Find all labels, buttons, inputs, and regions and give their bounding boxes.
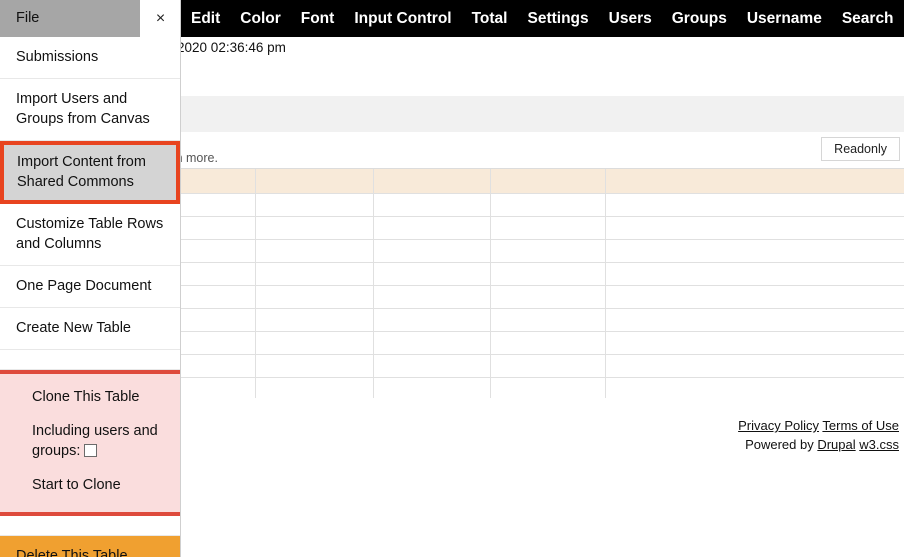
table-cell[interactable] xyxy=(373,308,491,332)
nav-item-search[interactable]: Search xyxy=(832,0,904,37)
privacy-policy-link[interactable]: Privacy Policy xyxy=(738,418,819,433)
table-cell[interactable] xyxy=(605,193,904,217)
table-cell[interactable] xyxy=(605,262,904,286)
terms-of-use-link[interactable]: Terms of Use xyxy=(822,418,899,433)
footer-credits: Powered by Drupal w3.css xyxy=(738,435,899,454)
table-cell[interactable] xyxy=(490,216,606,240)
table-cell[interactable] xyxy=(255,262,374,286)
table-cell[interactable] xyxy=(490,377,606,398)
menu-item-customize-table-rows-and-columns[interactable]: Customize Table Rows and Columns xyxy=(0,204,180,266)
table-cell[interactable] xyxy=(373,331,491,355)
table-cell[interactable] xyxy=(255,285,374,309)
nav-item-color[interactable]: Color xyxy=(230,0,290,37)
including-users-and-groups-row: Including users and groups: xyxy=(0,414,180,468)
nav-item-total[interactable]: Total xyxy=(462,0,518,37)
table-cell[interactable] xyxy=(373,262,491,286)
table-cell[interactable] xyxy=(373,377,491,398)
table-cell[interactable] xyxy=(605,216,904,240)
table-cell[interactable] xyxy=(255,331,374,355)
clone-table-section: Clone This Table Including users and gro… xyxy=(0,370,180,516)
file-menu-title[interactable]: File xyxy=(0,0,140,37)
menu-divider xyxy=(0,516,180,536)
nav-item-username[interactable]: Username xyxy=(737,0,832,37)
table-header-cell[interactable] xyxy=(373,169,491,194)
w3css-link[interactable]: w3.css xyxy=(859,437,899,452)
footer-legal-links: Privacy Policy Terms of Use xyxy=(738,416,899,435)
table-cell[interactable] xyxy=(255,239,374,263)
clone-this-table-button[interactable]: Clone This Table xyxy=(0,380,180,414)
nav-item-input-control[interactable]: Input Control xyxy=(344,0,461,37)
table-cell[interactable] xyxy=(255,354,374,378)
menu-item-create-new-table[interactable]: Create New Table xyxy=(0,308,180,350)
menu-item-import-content-from-shared-commons[interactable]: Import Content from Shared Commons xyxy=(0,141,180,204)
start-to-clone-button[interactable]: Start to Clone xyxy=(0,468,180,502)
table-cell[interactable] xyxy=(490,331,606,355)
nav-item-users[interactable]: Users xyxy=(599,0,662,37)
nav-item-settings[interactable]: Settings xyxy=(517,0,598,37)
table-cell[interactable] xyxy=(373,354,491,378)
nav-item-groups[interactable]: Groups xyxy=(662,0,737,37)
table-cell[interactable] xyxy=(373,216,491,240)
table-cell[interactable] xyxy=(373,239,491,263)
footer: Privacy Policy Terms of Use Powered by D… xyxy=(738,416,899,454)
close-icon[interactable]: × xyxy=(140,0,180,37)
file-menu-panel: File × Submissions Import Users and Grou… xyxy=(0,0,181,557)
table-cell[interactable] xyxy=(490,354,606,378)
menu-divider xyxy=(0,350,180,370)
file-menu-header: File × xyxy=(0,0,180,37)
table-cell[interactable] xyxy=(490,285,606,309)
table-cell[interactable] xyxy=(255,308,374,332)
app-root: mber 12, 2020 02:36:46 pm ght to learn m… xyxy=(0,0,904,557)
table-cell[interactable] xyxy=(490,308,606,332)
table-header-cell[interactable] xyxy=(490,169,606,194)
including-users-and-groups-checkbox[interactable] xyxy=(84,444,98,457)
drupal-link[interactable]: Drupal xyxy=(817,437,855,452)
menu-item-import-users-groups-from-canvas[interactable]: Import Users and Groups from Canvas xyxy=(0,79,180,141)
table-cell[interactable] xyxy=(490,193,606,217)
powered-by-label: Powered by xyxy=(745,437,814,452)
table-header-cell[interactable] xyxy=(605,169,904,194)
table-cell[interactable] xyxy=(490,262,606,286)
table-cell[interactable] xyxy=(605,331,904,355)
table-cell[interactable] xyxy=(605,239,904,263)
table-header-cell[interactable] xyxy=(255,169,374,194)
table-cell[interactable] xyxy=(373,193,491,217)
table-cell[interactable] xyxy=(605,285,904,309)
table-cell[interactable] xyxy=(490,239,606,263)
nav-item-edit[interactable]: Edit xyxy=(181,0,230,37)
menu-item-delete-this-table[interactable]: Delete This Table xyxy=(0,536,180,557)
table-cell[interactable] xyxy=(605,308,904,332)
table-cell[interactable] xyxy=(605,354,904,378)
table-cell[interactable] xyxy=(255,216,374,240)
menu-item-one-page-document[interactable]: One Page Document xyxy=(0,266,180,308)
table-cell[interactable] xyxy=(255,193,374,217)
menu-item-submissions[interactable]: Submissions xyxy=(0,37,180,79)
table-cell[interactable] xyxy=(255,377,374,398)
table-cell[interactable] xyxy=(605,377,904,398)
readonly-badge[interactable]: Readonly xyxy=(821,137,900,161)
table-cell[interactable] xyxy=(373,285,491,309)
nav-item-font[interactable]: Font xyxy=(291,0,345,37)
